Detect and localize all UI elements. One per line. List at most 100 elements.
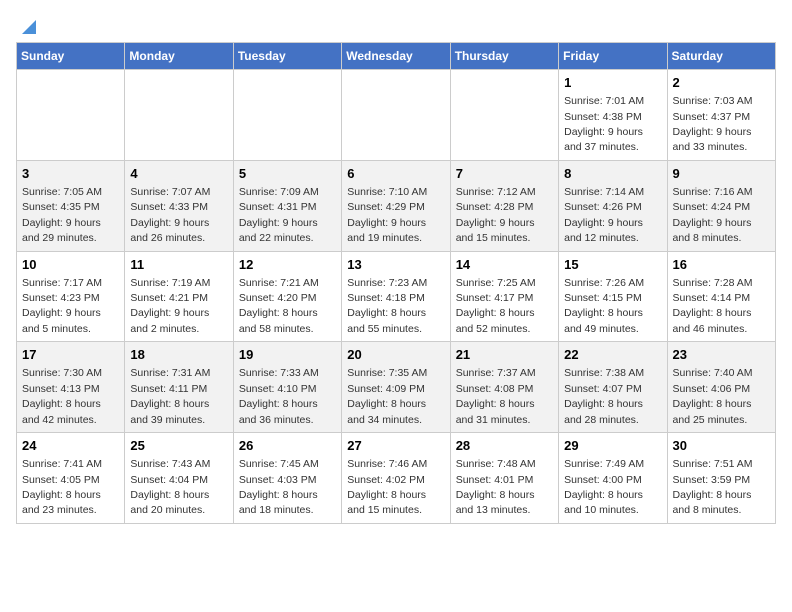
day-number: 18 xyxy=(130,346,227,364)
calendar-cell: 17Sunrise: 7:30 AM Sunset: 4:13 PM Dayli… xyxy=(17,342,125,433)
day-info: Sunrise: 7:46 AM Sunset: 4:02 PM Dayligh… xyxy=(347,458,427,516)
calendar-week-4: 17Sunrise: 7:30 AM Sunset: 4:13 PM Dayli… xyxy=(17,342,776,433)
day-info: Sunrise: 7:25 AM Sunset: 4:17 PM Dayligh… xyxy=(456,277,536,335)
day-number: 27 xyxy=(347,437,444,455)
calendar-cell: 21 Sunrise: 7:37 AM Sunset: 4:08 PM Dayli… xyxy=(450,342,558,433)
calendar-cell: 30 Sunrise: 7:51 AM Sunset: 3:59 PM Dayli… xyxy=(667,433,775,524)
header-sunday: Sunday xyxy=(17,43,125,70)
calendar-cell: 19 Sunrise: 7:33 AM Sunset: 4:10 PM Dayli… xyxy=(233,342,341,433)
day-number: 8 xyxy=(564,165,661,183)
day-number: 30 xyxy=(673,437,770,455)
calendar-cell: 29 Sunrise: 7:49 AM Sunset: 4:00 PM Dayli… xyxy=(559,433,667,524)
day-info: Sunrise: 7:07 AM Sunset: 4:33 PM Dayligh… xyxy=(130,186,210,244)
day-number: 26 xyxy=(239,437,336,455)
day-info: Sunrise: 7:09 AM Sunset: 4:31 PM Dayligh… xyxy=(239,186,319,244)
header-tuesday: Tuesday xyxy=(233,43,341,70)
calendar-cell: 26 Sunrise: 7:45 AM Sunset: 4:03 PM Dayli… xyxy=(233,433,341,524)
day-info: Sunrise: 7:23 AM Sunset: 4:18 PM Dayligh… xyxy=(347,277,427,335)
calendar-cell: 8 Sunrise: 7:14 AM Sunset: 4:26 PM Daylig… xyxy=(559,160,667,251)
header-thursday: Thursday xyxy=(450,43,558,70)
day-number: 20 xyxy=(347,346,444,364)
calendar-cell: 5 Sunrise: 7:09 AM Sunset: 4:31 PM Daylig… xyxy=(233,160,341,251)
calendar-cell: 9 Sunrise: 7:16 AM Sunset: 4:24 PM Daylig… xyxy=(667,160,775,251)
calendar-cell: 23Sunrise: 7:40 AM Sunset: 4:06 PM Dayli… xyxy=(667,342,775,433)
day-info: Sunrise: 7:03 AM Sunset: 4:37 PM Dayligh… xyxy=(673,95,753,153)
day-info: Sunrise: 7:33 AM Sunset: 4:10 PM Dayligh… xyxy=(239,367,319,425)
header-wednesday: Wednesday xyxy=(342,43,450,70)
day-info: Sunrise: 7:38 AM Sunset: 4:07 PM Dayligh… xyxy=(564,367,644,425)
day-info: Sunrise: 7:41 AM Sunset: 4:05 PM Dayligh… xyxy=(22,458,102,516)
day-info: Sunrise: 7:51 AM Sunset: 3:59 PM Dayligh… xyxy=(673,458,753,516)
day-number: 10 xyxy=(22,256,119,274)
day-number: 29 xyxy=(564,437,661,455)
day-number: 16 xyxy=(673,256,770,274)
calendar-week-1: 1 Sunrise: 7:01 AM Sunset: 4:38 PM Daylig… xyxy=(17,70,776,161)
day-info: Sunrise: 7:19 AM Sunset: 4:21 PM Dayligh… xyxy=(130,277,210,335)
day-number: 11 xyxy=(130,256,227,274)
calendar-cell: 15 Sunrise: 7:26 AM Sunset: 4:15 PM Dayli… xyxy=(559,251,667,342)
day-number: 21 xyxy=(456,346,553,364)
day-info: Sunrise: 7:26 AM Sunset: 4:15 PM Dayligh… xyxy=(564,277,644,335)
day-number: 2 xyxy=(673,74,770,92)
day-info: Sunrise: 7:37 AM Sunset: 4:08 PM Dayligh… xyxy=(456,367,536,425)
calendar-cell: 12 Sunrise: 7:21 AM Sunset: 4:20 PM Dayli… xyxy=(233,251,341,342)
logo-icon xyxy=(18,16,40,38)
calendar-table: SundayMondayTuesdayWednesdayThursdayFrid… xyxy=(16,42,776,524)
calendar-cell: 16Sunrise: 7:28 AM Sunset: 4:14 PM Dayli… xyxy=(667,251,775,342)
calendar-cell: 4 Sunrise: 7:07 AM Sunset: 4:33 PM Daylig… xyxy=(125,160,233,251)
day-info: Sunrise: 7:21 AM Sunset: 4:20 PM Dayligh… xyxy=(239,277,319,335)
day-number: 9 xyxy=(673,165,770,183)
calendar-cell xyxy=(233,70,341,161)
calendar-cell xyxy=(342,70,450,161)
day-number: 7 xyxy=(456,165,553,183)
logo xyxy=(16,16,40,34)
calendar-cell: 10 Sunrise: 7:17 AM Sunset: 4:23 PM Dayli… xyxy=(17,251,125,342)
day-info: Sunrise: 7:31 AM Sunset: 4:11 PM Dayligh… xyxy=(130,367,210,425)
calendar-cell xyxy=(17,70,125,161)
calendar-cell: 6Sunrise: 7:10 AM Sunset: 4:29 PM Daylig… xyxy=(342,160,450,251)
day-number: 12 xyxy=(239,256,336,274)
day-info: Sunrise: 7:10 AM Sunset: 4:29 PM Dayligh… xyxy=(347,186,427,244)
calendar-cell: 22 Sunrise: 7:38 AM Sunset: 4:07 PM Dayli… xyxy=(559,342,667,433)
day-number: 19 xyxy=(239,346,336,364)
calendar-cell: 28 Sunrise: 7:48 AM Sunset: 4:01 PM Dayli… xyxy=(450,433,558,524)
header-friday: Friday xyxy=(559,43,667,70)
calendar-cell xyxy=(125,70,233,161)
calendar-cell: 3Sunrise: 7:05 AM Sunset: 4:35 PM Daylig… xyxy=(17,160,125,251)
day-number: 5 xyxy=(239,165,336,183)
day-number: 28 xyxy=(456,437,553,455)
day-info: Sunrise: 7:12 AM Sunset: 4:28 PM Dayligh… xyxy=(456,186,536,244)
day-number: 4 xyxy=(130,165,227,183)
day-info: Sunrise: 7:14 AM Sunset: 4:26 PM Dayligh… xyxy=(564,186,644,244)
calendar-week-2: 3Sunrise: 7:05 AM Sunset: 4:35 PM Daylig… xyxy=(17,160,776,251)
day-info: Sunrise: 7:49 AM Sunset: 4:00 PM Dayligh… xyxy=(564,458,644,516)
day-number: 1 xyxy=(564,74,661,92)
day-info: Sunrise: 7:43 AM Sunset: 4:04 PM Dayligh… xyxy=(130,458,210,516)
calendar-cell: 1 Sunrise: 7:01 AM Sunset: 4:38 PM Daylig… xyxy=(559,70,667,161)
day-number: 23 xyxy=(673,346,770,364)
calendar-cell: 25 Sunrise: 7:43 AM Sunset: 4:04 PM Dayli… xyxy=(125,433,233,524)
day-info: Sunrise: 7:48 AM Sunset: 4:01 PM Dayligh… xyxy=(456,458,536,516)
day-info: Sunrise: 7:16 AM Sunset: 4:24 PM Dayligh… xyxy=(673,186,753,244)
calendar-cell: 18 Sunrise: 7:31 AM Sunset: 4:11 PM Dayli… xyxy=(125,342,233,433)
calendar-cell: 2 Sunrise: 7:03 AM Sunset: 4:37 PM Daylig… xyxy=(667,70,775,161)
day-number: 14 xyxy=(456,256,553,274)
calendar-cell: 24 Sunrise: 7:41 AM Sunset: 4:05 PM Dayli… xyxy=(17,433,125,524)
day-number: 25 xyxy=(130,437,227,455)
calendar-cell: 14 Sunrise: 7:25 AM Sunset: 4:17 PM Dayli… xyxy=(450,251,558,342)
day-info: Sunrise: 7:01 AM Sunset: 4:38 PM Dayligh… xyxy=(564,95,644,153)
day-number: 24 xyxy=(22,437,119,455)
day-number: 15 xyxy=(564,256,661,274)
calendar-header-row: SundayMondayTuesdayWednesdayThursdayFrid… xyxy=(17,43,776,70)
day-info: Sunrise: 7:45 AM Sunset: 4:03 PM Dayligh… xyxy=(239,458,319,516)
header-saturday: Saturday xyxy=(667,43,775,70)
calendar-week-3: 10 Sunrise: 7:17 AM Sunset: 4:23 PM Dayli… xyxy=(17,251,776,342)
day-number: 22 xyxy=(564,346,661,364)
day-info: Sunrise: 7:35 AM Sunset: 4:09 PM Dayligh… xyxy=(347,367,427,425)
calendar-cell: 13Sunrise: 7:23 AM Sunset: 4:18 PM Dayli… xyxy=(342,251,450,342)
day-number: 17 xyxy=(22,346,119,364)
day-info: Sunrise: 7:17 AM Sunset: 4:23 PM Dayligh… xyxy=(22,277,102,335)
calendar-cell: 11 Sunrise: 7:19 AM Sunset: 4:21 PM Dayli… xyxy=(125,251,233,342)
calendar-cell: 20 Sunrise: 7:35 AM Sunset: 4:09 PM Dayli… xyxy=(342,342,450,433)
calendar-cell: 27 Sunrise: 7:46 AM Sunset: 4:02 PM Dayli… xyxy=(342,433,450,524)
